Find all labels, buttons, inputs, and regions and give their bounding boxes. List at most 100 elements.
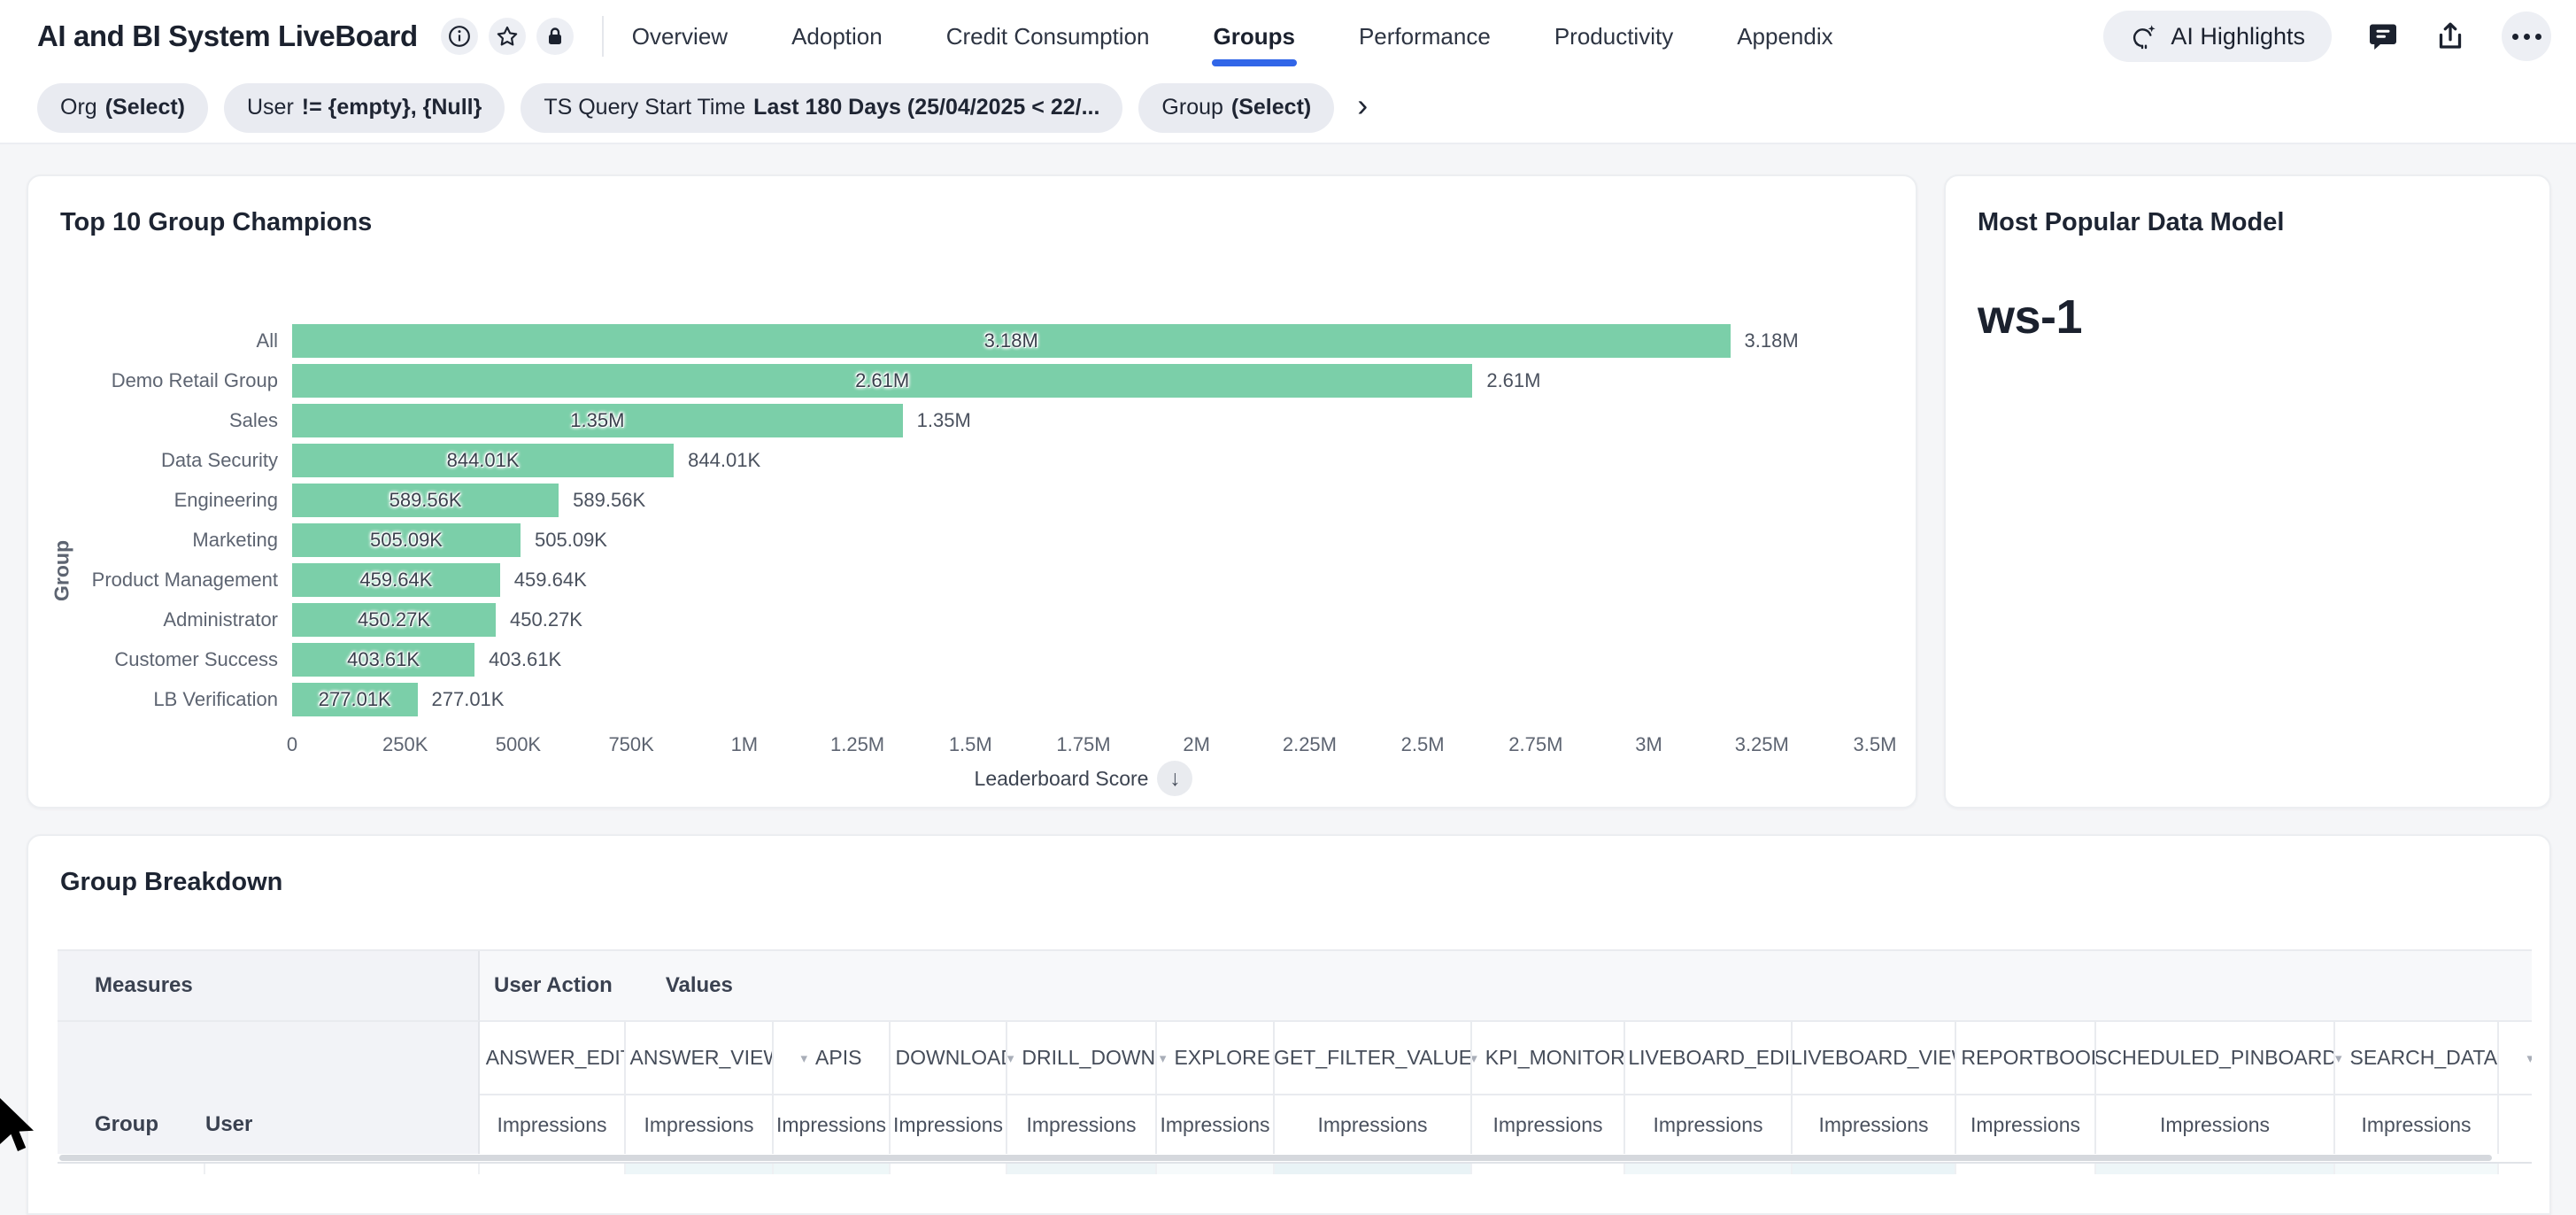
info-icon[interactable]: [441, 18, 478, 55]
share-icon[interactable]: [2434, 20, 2466, 52]
filter-chip-ts-query-start-time[interactable]: TS Query Start TimeLast 180 Days (25/04/…: [521, 83, 1122, 133]
column-name: SEARCH_DATA: [2349, 1046, 2497, 1070]
column-liveboard-view: ▾LIVEBOARD_VIEWImpressions: [1793, 1020, 1956, 1154]
user-action-label: User Action: [494, 973, 613, 998]
bar-value-label: 2.61M: [855, 369, 909, 392]
column-scheduled-pinboards: ▾SCHEDULED_PINBOARDSImpressions: [2096, 1020, 2335, 1154]
x-tick-label: 3.5M: [1854, 733, 1897, 756]
column-header-download[interactable]: ▾DOWNLOAD: [891, 1020, 1006, 1094]
sort-triangle-icon: ▾: [801, 1050, 808, 1066]
scrollbar-thumb[interactable]: [59, 1155, 2492, 1161]
filter-chip-user[interactable]: User!= {empty}, {Null}: [224, 83, 505, 133]
bar-value-label-outside: 844.01K: [688, 449, 760, 472]
x-tick-label: 2M: [1183, 733, 1210, 756]
x-tick-label: 1.75M: [1056, 733, 1110, 756]
measures-header-cell: Measures: [58, 951, 480, 1020]
filter-value-label: Last 180 Days (25/04/2025 < 22/...: [753, 95, 1099, 120]
chart-bar-marketing[interactable]: 505.09K: [292, 523, 521, 557]
column-header-kpi-monitor[interactable]: ▾KPI_MONITOR: [1472, 1020, 1623, 1094]
comments-icon[interactable]: [2367, 20, 2399, 52]
table-header-band: Measures User Action Values: [58, 949, 2532, 1020]
bar-value-label-outside: 459.64K: [514, 569, 587, 592]
page-title: AI and BI System LiveBoard: [37, 19, 418, 53]
data-cell-search-data: [2335, 1164, 2499, 1174]
column-header-answer-edit[interactable]: ▾ANSWER_EDIT: [480, 1020, 624, 1094]
chart-bar-all[interactable]: 3.18M: [292, 324, 1731, 358]
tab-overview[interactable]: Overview: [632, 0, 728, 73]
category-label: Sales: [46, 409, 278, 432]
column-header-answer-view[interactable]: ▾ANSWER_VIEW: [626, 1020, 772, 1094]
column-header-drill-down[interactable]: ▾DRILL_DOWN: [1007, 1020, 1155, 1094]
impressions-label: Impressions: [2335, 1094, 2497, 1154]
column-download: ▾DOWNLOADImpressions: [891, 1020, 1007, 1154]
column-answer-view: ▾ANSWER_VIEWImpressions: [626, 1020, 774, 1154]
data-cell-group: [58, 1164, 205, 1174]
more-filters-chevron-icon[interactable]: ›: [1357, 89, 1368, 127]
top-bar-actions: AI Highlights: [2103, 11, 2551, 62]
data-cell-download: [891, 1164, 1007, 1174]
column-search-data: ▾SEARCH_DATAImpressions: [2335, 1020, 2499, 1154]
impressions-label: Impressions: [891, 1094, 1006, 1154]
column-liveboard-edit: ▾LIVEBOARD_EDITImpressions: [1625, 1020, 1793, 1154]
ai-highlights-button[interactable]: AI Highlights: [2103, 11, 2332, 62]
data-cell-liveboard-edit: [1625, 1164, 1793, 1174]
data-cell-user: [205, 1164, 480, 1174]
column-header-apis[interactable]: ▾APIS: [774, 1020, 889, 1094]
column-header-reportbook[interactable]: ▾REPORTBOOK: [1956, 1020, 2094, 1094]
table-title: Group Breakdown: [60, 868, 282, 897]
x-tick-label: 3.25M: [1735, 733, 1789, 756]
column-reportbook: ▾REPORTBOOKImpressions: [1956, 1020, 2096, 1154]
data-cell-answer-view: [626, 1164, 774, 1174]
filter-value-label: (Select): [105, 95, 185, 120]
filter-chip-group[interactable]: Group(Select): [1138, 83, 1334, 133]
column-header-liveboard-view[interactable]: ▾LIVEBOARD_VIEW: [1793, 1020, 1955, 1094]
chart-bar-product-management[interactable]: 459.64K: [292, 563, 500, 597]
column-header-explore[interactable]: ▾EXPLORE: [1157, 1020, 1273, 1094]
filter-field-label: Org: [60, 95, 97, 120]
chart-bar-administrator[interactable]: 450.27K: [292, 603, 496, 637]
bar-value-label-outside: 403.61K: [489, 648, 561, 671]
column-header-search-data[interactable]: ▾SEARCH_DATA: [2335, 1020, 2497, 1094]
impressions-label: Impressions: [1275, 1094, 1470, 1154]
ai-sparkle-icon: [2130, 22, 2158, 50]
column-name: DRILL_DOWN: [1022, 1046, 1155, 1070]
top-10-group-champions-card: Top 10 Group Champions Group Leaderboard…: [27, 174, 1917, 809]
x-tick-label: 500K: [496, 733, 541, 756]
category-label: Product Management: [46, 569, 278, 592]
impressions-label: Impressions: [1956, 1094, 2094, 1154]
x-axis-title[interactable]: Leaderboard Score ↓: [292, 761, 1875, 796]
column-name: KPI_MONITOR: [1485, 1046, 1623, 1070]
favorite-star-icon[interactable]: [489, 18, 526, 55]
tab-productivity[interactable]: Productivity: [1554, 0, 1673, 73]
chart-bar-data-security[interactable]: 844.01K: [292, 444, 674, 477]
chart-bar-lb-verification[interactable]: 277.01K: [292, 683, 418, 716]
tab-appendix[interactable]: Appendix: [1737, 0, 1832, 73]
column-header-spo[interactable]: ▾SPO: [2499, 1020, 2532, 1094]
tab-credit-consumption[interactable]: Credit Consumption: [946, 0, 1150, 73]
sort-triangle-icon: ▾: [1160, 1050, 1167, 1066]
chart-bar-engineering[interactable]: 589.56K: [292, 484, 559, 517]
tab-performance[interactable]: Performance: [1359, 0, 1491, 73]
column-header-scheduled-pinboards[interactable]: ▾SCHEDULED_PINBOARDS: [2096, 1020, 2333, 1094]
x-tick-label: 0: [287, 733, 297, 756]
impressions-label: Impressions: [1793, 1094, 1955, 1154]
filter-field-label: Group: [1161, 95, 1222, 120]
more-options-icon[interactable]: [2502, 12, 2551, 61]
bar-value-label-outside: 277.01K: [432, 688, 505, 711]
chart-bar-customer-success[interactable]: 403.61K: [292, 643, 474, 677]
column-name: ANSWER_EDIT: [486, 1046, 624, 1070]
chart-bar-sales[interactable]: 1.35M: [292, 404, 903, 437]
tab-adoption[interactable]: Adoption: [791, 0, 883, 73]
filter-chip-org[interactable]: Org (Select): [37, 83, 208, 133]
column-header-liveboard-edit[interactable]: ▾LIVEBOARD_EDIT: [1625, 1020, 1791, 1094]
chart-bar-demo-retail-group[interactable]: 2.61M: [292, 364, 1472, 398]
column-header-get-filter-values[interactable]: ▾GET_FILTER_VALUES: [1275, 1020, 1470, 1094]
tab-groups[interactable]: Groups: [1214, 0, 1295, 73]
data-cell-reportbook: [1956, 1164, 2096, 1174]
horizontal-scrollbar[interactable]: [58, 1154, 2532, 1162]
data-cell-explore: [1157, 1164, 1275, 1174]
lock-icon[interactable]: [536, 18, 574, 55]
category-label: Administrator: [46, 608, 278, 631]
bar-value-label: 505.09K: [370, 529, 443, 552]
data-cell-scheduled-pinboards: [2096, 1164, 2335, 1174]
